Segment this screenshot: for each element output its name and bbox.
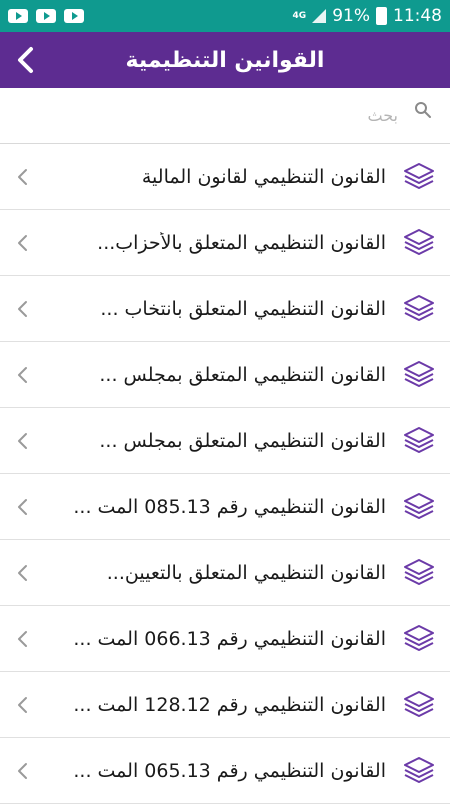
- list-item[interactable]: القانون التنظيمي لقانون المالية: [0, 144, 450, 210]
- battery-icon: [376, 7, 387, 25]
- list-item[interactable]: القانون التنظيمي رقم 128.12 المت ...: [0, 672, 450, 738]
- list-item[interactable]: القانون التنظيمي المتعلق بالتعيين...: [0, 540, 450, 606]
- youtube-icon: [8, 9, 28, 23]
- chevron-left-icon: [16, 498, 32, 515]
- list-item[interactable]: القانون التنظيمي المتعلق بالأحزاب...: [0, 210, 450, 276]
- signal-icon: [312, 9, 327, 23]
- list-item[interactable]: القانون التنظيمي المتعلق بمجلس ...: [0, 408, 450, 474]
- list-item-label: القانون التنظيمي رقم 065.13 المت ...: [73, 759, 386, 782]
- chevron-left-icon: [16, 630, 32, 647]
- chevron-left-icon: [16, 234, 32, 251]
- search-icon: [414, 101, 432, 123]
- layers-icon: [402, 424, 436, 458]
- clock: 11:48: [393, 6, 442, 26]
- list-item[interactable]: القانون التنظيمي رقم 066.13 المت ...: [0, 606, 450, 672]
- search-bar: [0, 88, 450, 144]
- system-status: 4G 91% 11:48: [293, 6, 442, 26]
- list-item-label: القانون التنظيمي لقانون المالية: [141, 165, 386, 188]
- chevron-left-icon: [16, 168, 32, 185]
- layers-icon: [402, 292, 436, 326]
- page-title: القوانين التنظيمية: [125, 47, 325, 73]
- notification-icons: [8, 9, 84, 23]
- battery-percent: 91%: [332, 6, 370, 26]
- list-item-label: القانون التنظيمي المتعلق بمجلس ...: [99, 429, 386, 452]
- network-type: 4G: [292, 10, 307, 21]
- back-arrow-icon[interactable]: [8, 42, 44, 78]
- youtube-icon: [36, 9, 56, 23]
- list-item[interactable]: القانون التنظيمي المتعلق بانتخاب ...: [0, 276, 450, 342]
- status-bar: 4G 91% 11:48: [0, 0, 450, 32]
- list-item[interactable]: القانون التنظيمي المتعلق بمجلس ...: [0, 342, 450, 408]
- chevron-left-icon: [16, 762, 32, 779]
- chevron-left-icon: [16, 696, 32, 713]
- list-item-label: القانون التنظيمي المتعلق بالأحزاب...: [97, 231, 386, 254]
- search-input[interactable]: [96, 105, 400, 126]
- layers-icon: [402, 160, 436, 194]
- app-bar: القوانين التنظيمية: [0, 32, 450, 88]
- layers-icon: [402, 226, 436, 260]
- laws-list: القانون التنظيمي لقانون المالية القانون …: [0, 144, 450, 804]
- list-item[interactable]: القانون التنظيمي رقم 085.13 المت ...: [0, 474, 450, 540]
- chevron-left-icon: [16, 432, 32, 449]
- layers-icon: [402, 556, 436, 590]
- list-item-label: القانون التنظيمي المتعلق بالتعيين...: [106, 561, 386, 584]
- chevron-left-icon: [16, 564, 32, 581]
- list-item-label: القانون التنظيمي رقم 066.13 المت ...: [73, 627, 386, 650]
- layers-icon: [402, 622, 436, 656]
- list-item-label: القانون التنظيمي المتعلق بانتخاب ...: [100, 297, 386, 320]
- youtube-icon: [64, 9, 84, 23]
- list-item-label: القانون التنظيمي رقم 085.13 المت ...: [73, 495, 386, 518]
- list-item-label: القانون التنظيمي رقم 128.12 المت ...: [73, 693, 386, 716]
- layers-icon: [402, 490, 436, 524]
- list-item[interactable]: القانون التنظيمي رقم 065.13 المت ...: [0, 738, 450, 804]
- layers-icon: [402, 358, 436, 392]
- layers-icon: [402, 754, 436, 788]
- list-item-label: القانون التنظيمي المتعلق بمجلس ...: [99, 363, 386, 386]
- chevron-left-icon: [16, 366, 32, 383]
- layers-icon: [402, 688, 436, 722]
- chevron-left-icon: [16, 300, 32, 317]
